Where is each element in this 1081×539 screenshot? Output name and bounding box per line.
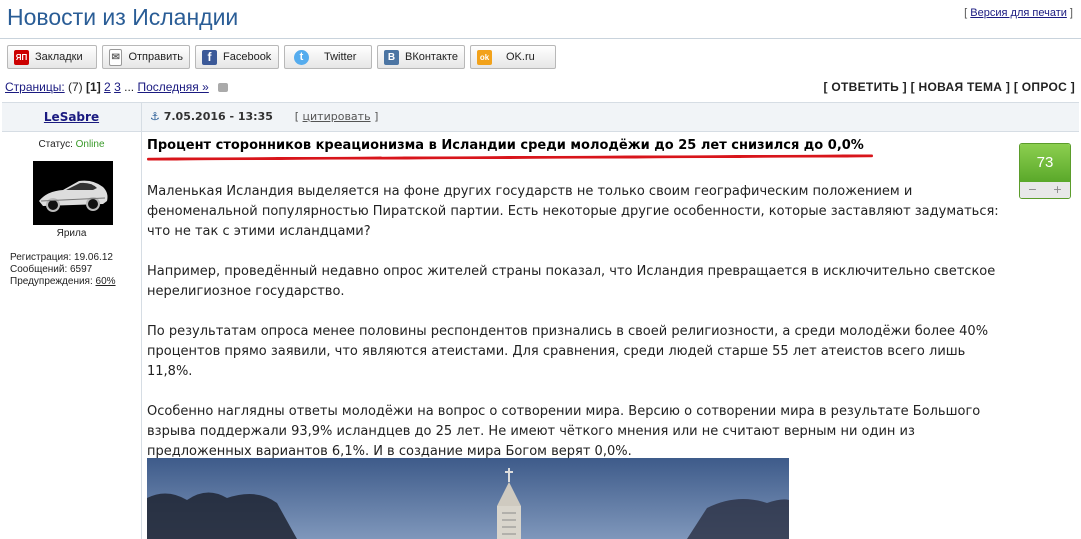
car-avatar-image bbox=[33, 161, 113, 225]
bookmarks-label: Закладки bbox=[35, 51, 83, 63]
facebook-label: Facebook bbox=[223, 51, 272, 63]
avatar[interactable] bbox=[33, 161, 113, 225]
user-stats: Регистрация: 19.06.12 Сообщений: 6597 Пр… bbox=[10, 252, 116, 288]
bookmarks-button[interactable]: ЯП Закладки bbox=[7, 45, 97, 69]
twitter-icon: t bbox=[294, 49, 309, 65]
post-date: 7.05.2016 - 13:35 bbox=[163, 110, 273, 123]
quote-link[interactable]: цитировать bbox=[303, 110, 371, 123]
vkontakte-button[interactable]: В ВКонтакте bbox=[377, 45, 465, 69]
facebook-button[interactable]: f Facebook bbox=[195, 45, 279, 69]
print-version: [ Версия для печати ] bbox=[964, 7, 1073, 19]
church-photo-image bbox=[147, 458, 789, 539]
avatar-caption: Ярила bbox=[56, 228, 87, 239]
warnings: Предупреждения: 60% bbox=[10, 276, 116, 288]
topic-actions: [ ОТВЕТИТЬ ] [ НОВАЯ ТЕМА ] [ ОПРОС ] bbox=[823, 80, 1075, 94]
ok-label: OK.ru bbox=[506, 51, 535, 63]
paragraph-1: Маленькая Исландия выделяется на фоне др… bbox=[147, 184, 999, 239]
page-3-link[interactable]: 3 bbox=[114, 80, 121, 94]
post-photo bbox=[147, 458, 789, 539]
paragraph-4: Особенно наглядны ответы молодёжи на воп… bbox=[147, 404, 981, 459]
pages-ellipsis: ... bbox=[124, 80, 135, 94]
poll-button[interactable]: [ ОПРОС ] bbox=[1014, 80, 1075, 94]
new-topic-button[interactable]: [ НОВАЯ ТЕМА ] bbox=[911, 80, 1011, 94]
rating-value: 73 bbox=[1020, 144, 1070, 182]
status-label: Статус: bbox=[38, 139, 73, 150]
pages-label[interactable]: Страницы: bbox=[5, 80, 65, 94]
pagination: Страницы: (7) [1] 2 3 ... Последняя » bbox=[5, 80, 229, 94]
warnings-value[interactable]: 60% bbox=[96, 276, 116, 287]
pages-count: (7) bbox=[68, 80, 83, 94]
rating-plus-button[interactable]: + bbox=[1053, 182, 1062, 198]
quote-bracket-close: ] bbox=[374, 110, 379, 123]
ok-icon: ok bbox=[477, 49, 492, 65]
dropdown-arrow-icon[interactable] bbox=[218, 83, 229, 93]
paragraph-3: По результатам опроса менее половины рес… bbox=[147, 324, 989, 379]
rating-controls: − + bbox=[1020, 182, 1070, 198]
headline-underline bbox=[146, 154, 874, 161]
last-page-link[interactable]: Последняя » bbox=[137, 80, 208, 94]
post-meta: ⚓ 7.05.2016 - 13:35 [ цитировать ] bbox=[150, 103, 378, 131]
facebook-icon: f bbox=[202, 49, 217, 65]
page-2-link[interactable]: 2 bbox=[104, 80, 111, 94]
paragraph-2: Например, проведённый недавно опрос жите… bbox=[147, 264, 996, 299]
message-count: Сообщений: 6597 bbox=[10, 264, 93, 275]
twitter-label: Twitter bbox=[324, 51, 357, 63]
share-bar: ЯП Закладки ✉ Отправить f Facebook t Twi… bbox=[7, 45, 556, 69]
yandex-bookmarks-icon: ЯП bbox=[14, 49, 29, 65]
page-title: Новости из Исландии bbox=[7, 4, 239, 30]
rating-minus-button[interactable]: − bbox=[1028, 182, 1037, 198]
twitter-button[interactable]: t Twitter bbox=[284, 45, 372, 69]
author-sidebar: Статус: Online Ярила Регистрация: 19.06.… bbox=[2, 131, 142, 539]
ok-button[interactable]: ok OK.ru bbox=[470, 45, 556, 69]
envelope-icon: ✉ bbox=[109, 48, 123, 66]
print-version-link[interactable]: Версия для печати bbox=[970, 7, 1067, 19]
send-label: Отправить bbox=[128, 51, 183, 63]
reply-button[interactable]: [ ОТВЕТИТЬ ] bbox=[823, 80, 907, 94]
post-headline: Процент сторонников креационизма в Ислан… bbox=[147, 138, 864, 153]
user-status: Статус: Online bbox=[2, 139, 141, 150]
anchor-icon[interactable]: ⚓ bbox=[150, 110, 160, 123]
vk-icon: В bbox=[384, 49, 399, 65]
header-divider bbox=[0, 38, 1081, 39]
send-button[interactable]: ✉ Отправить bbox=[102, 45, 190, 69]
post-header: LeSabre ⚓ 7.05.2016 - 13:35 [ цитировать… bbox=[2, 102, 1079, 132]
registration-date: Регистрация: 19.06.12 bbox=[10, 252, 113, 263]
status-value: Online bbox=[75, 139, 105, 150]
author-cell: LeSabre bbox=[2, 103, 142, 131]
current-page: [1] bbox=[86, 80, 101, 94]
post-content: Процент сторонников креационизма в Ислан… bbox=[146, 138, 1007, 482]
warnings-label: Предупреждения: bbox=[10, 276, 93, 287]
vkontakte-label: ВКонтакте bbox=[405, 51, 458, 63]
author-link[interactable]: LeSabre bbox=[44, 110, 99, 124]
post-rating: 73 − + bbox=[1019, 143, 1071, 199]
quote-control: [ цитировать ] bbox=[295, 110, 379, 123]
headline-block: Процент сторонников креационизма в Ислан… bbox=[146, 138, 1007, 182]
quote-bracket-open: [ bbox=[294, 110, 300, 123]
